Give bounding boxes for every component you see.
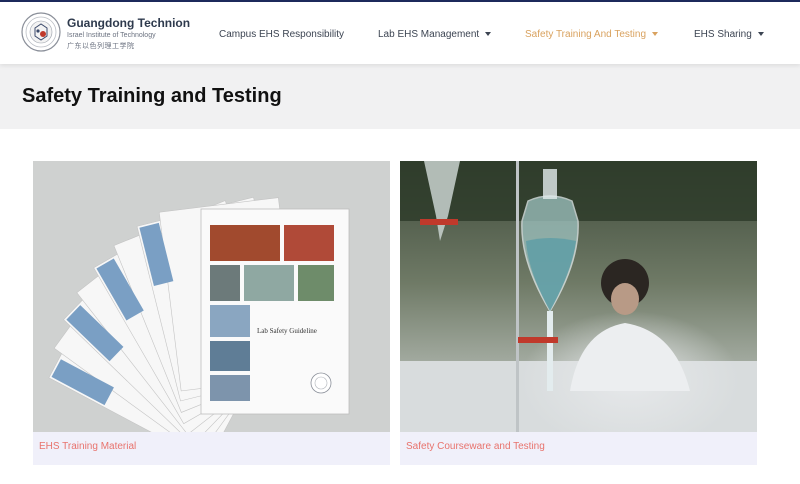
logo-chinese-name: 广东以色列理工学院 <box>67 43 135 50</box>
booklet-title: Lab Safety Guideline <box>257 327 317 335</box>
nav-item-ehs-sharing[interactable]: EHS Sharing <box>694 24 764 44</box>
card-safety-courseware-and-testing[interactable]: Safety Courseware and Testing <box>400 161 757 465</box>
nav-item-label: Campus EHS Responsibility <box>219 28 345 40</box>
nav-item-label: Lab EHS Management <box>378 28 480 40</box>
logo-english-name: Guangdong Technion <box>67 16 191 30</box>
caret-down-icon <box>652 32 659 36</box>
card-image-booklets[interactable]: Lab Safety Guideline <box>33 161 390 432</box>
nav-item-label: Safety Training And Testing <box>525 28 647 40</box>
site-header: Guangdong Technion Israel Institute of T… <box>0 2 800 64</box>
university-seal-icon[interactable] <box>21 12 61 52</box>
caret-down-icon <box>485 32 492 36</box>
caret-down-icon <box>757 32 764 36</box>
card-ehs-training-material[interactable]: Lab Safety Guideline EHS Training Materi… <box>33 161 390 465</box>
card-label[interactable]: Safety Courseware and Testing <box>406 441 545 453</box>
nav-item-label: EHS Sharing <box>694 28 752 40</box>
page-title: Safety Training and Testing <box>22 85 282 107</box>
nav-item-safety-training-and-testing[interactable]: Safety Training And Testing <box>525 24 659 44</box>
card-image-lab[interactable] <box>400 161 757 432</box>
card-label[interactable]: EHS Training Material <box>39 441 136 453</box>
lab-photo <box>400 161 757 432</box>
booklets-photo: Lab Safety Guideline <box>33 161 390 432</box>
logo-subtitle: Israel Institute of Technology <box>67 32 156 39</box>
nav-item-campus-ehs-responsibility[interactable]: Campus EHS Responsibility <box>219 24 344 44</box>
nav-item-lab-ehs-management[interactable]: Lab EHS Management <box>378 24 492 44</box>
logo-wordmark[interactable]: Guangdong Technion Israel Institute of T… <box>67 16 190 51</box>
